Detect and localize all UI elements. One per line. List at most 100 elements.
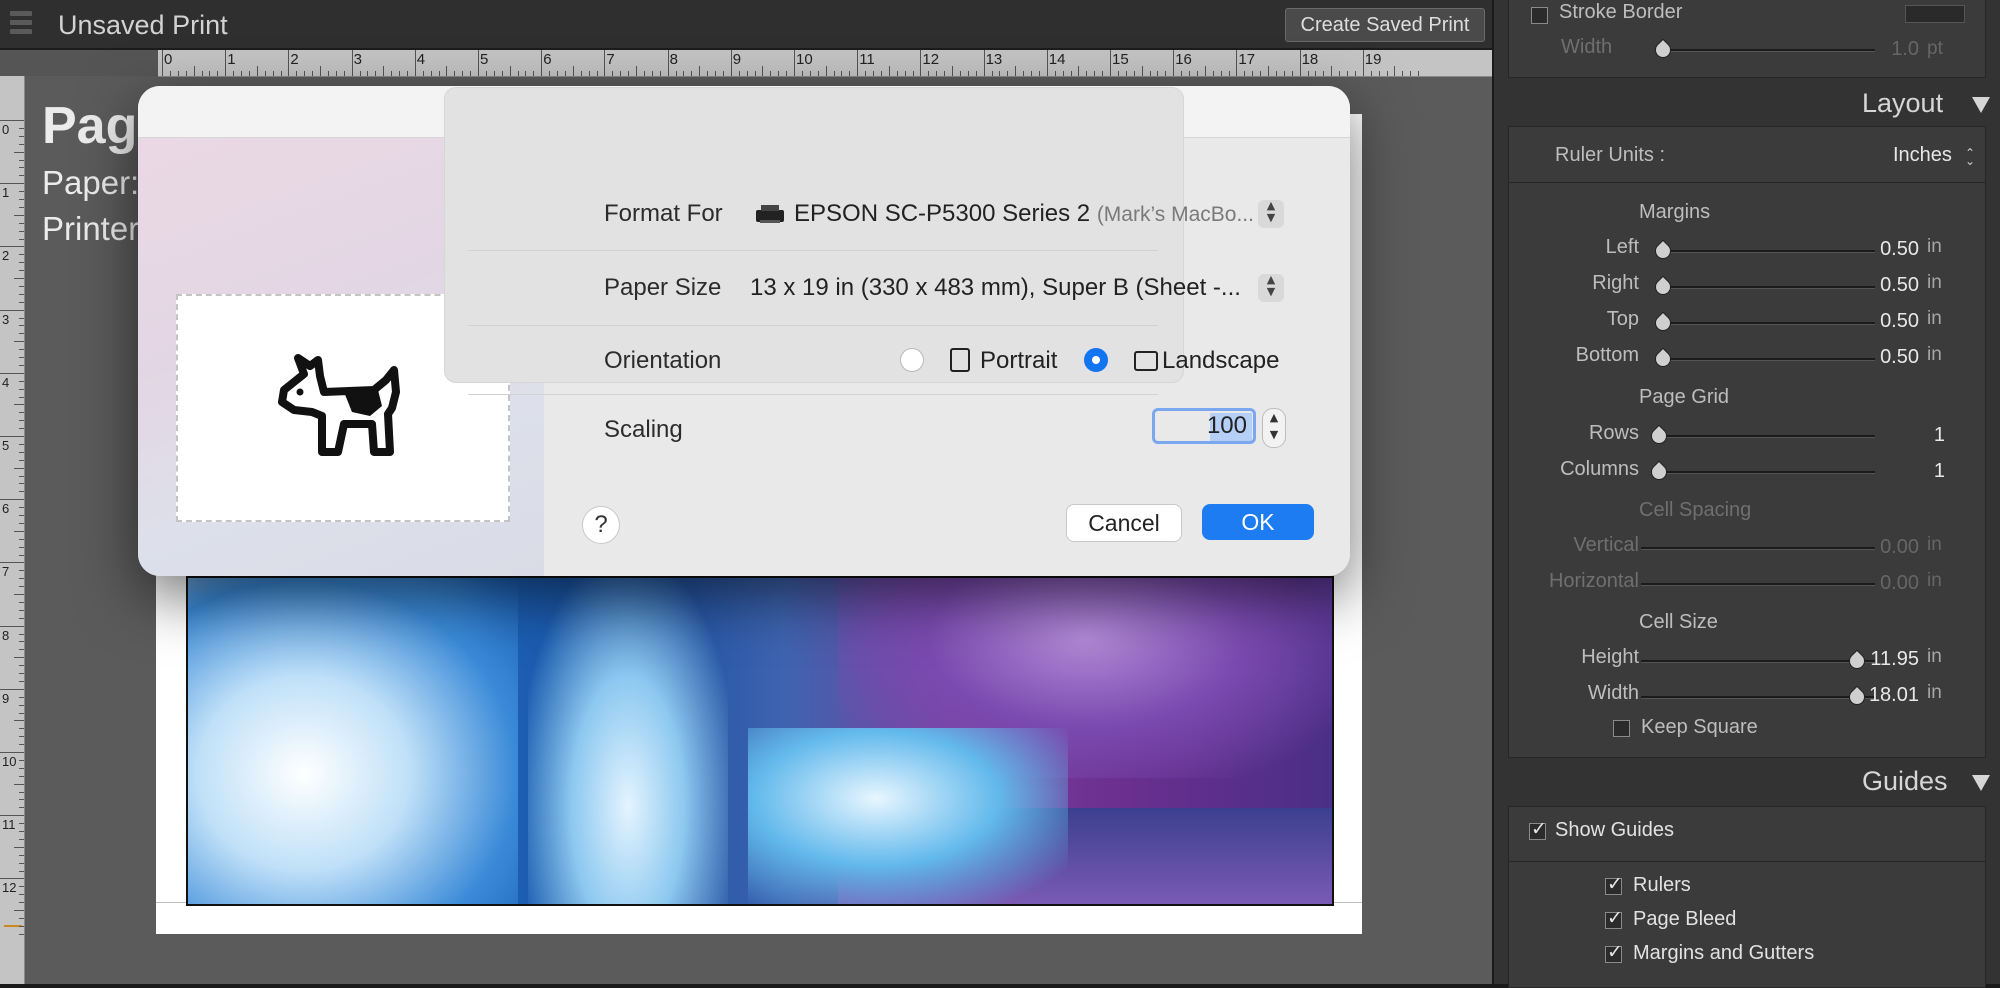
ruler-v-number: 3: [2, 311, 10, 327]
paper-size-select[interactable]: 13 x 19 in (330 x 483 mm), Super B (Shee…: [750, 274, 1241, 302]
margin-bottom-slider-knob[interactable]: [1651, 347, 1675, 371]
stroke-color-swatch[interactable]: [1905, 5, 1965, 23]
horizontal-ruler[interactable]: 0 1 2 3 4 5 6 7 8 9 10 11 12 13 14 15 16 17 18 19: [158, 50, 1492, 77]
ruler-h-tick: [1157, 71, 1159, 76]
paper-size-popup-arrows-icon[interactable]: ▲ ▼: [1258, 274, 1284, 302]
ok-button[interactable]: OK: [1202, 504, 1314, 540]
ruler-h-tick: [296, 71, 298, 76]
landscape-radio[interactable]: [1084, 348, 1108, 372]
ruler-h-tick: [446, 66, 448, 76]
ruler-h-tick: [359, 71, 361, 76]
vertical-ruler[interactable]: 0 1 2 3 4 5 6 7 8 9 10 11 12: [0, 76, 25, 984]
rows-slider-knob[interactable]: [1647, 424, 1671, 448]
ruler-h-tick: [1078, 66, 1080, 76]
margin-top-slider-track[interactable]: [1655, 322, 1875, 325]
margin-right-slider-track[interactable]: [1655, 286, 1875, 289]
vertical-spacing-value[interactable]: 0.00: [1849, 536, 1919, 559]
margin-top-value[interactable]: 0.50: [1849, 310, 1919, 333]
columns-slider-knob[interactable]: [1647, 460, 1671, 484]
ruler-h-tick: [1402, 71, 1404, 76]
vertical-spacing-label: Vertical: [1573, 534, 1639, 556]
ruler-v-number: 0: [2, 122, 10, 137]
margin-left-value[interactable]: 0.50: [1849, 238, 1919, 261]
layout-section-title[interactable]: Layout: [1862, 88, 1943, 119]
rows-value[interactable]: 1: [1875, 424, 1945, 447]
cell-width-slider-track[interactable]: [1641, 696, 1875, 699]
rows-slider-track[interactable]: [1651, 435, 1875, 438]
rulers-checkbox[interactable]: [1605, 873, 1623, 895]
page-bleed-label: Page Bleed: [1633, 908, 1737, 930]
cancel-button[interactable]: Cancel: [1066, 504, 1182, 542]
create-saved-print-button[interactable]: Create Saved Print: [1285, 8, 1485, 42]
margins-heading: Margins: [1639, 201, 1711, 223]
format-for-popup-arrows-icon[interactable]: ▲ ▼: [1258, 200, 1284, 228]
margin-right-value[interactable]: 0.50: [1849, 274, 1919, 297]
ruler-h-tick: [217, 71, 219, 76]
cell-height-slider-track[interactable]: [1641, 660, 1875, 663]
format-for-select[interactable]: EPSON SC-P5300 Series 2 (Mark’s MacBo...: [794, 200, 1254, 228]
ruler-units-select[interactable]: Inches: [1893, 144, 1952, 167]
stroke-width-value[interactable]: 1.0: [1849, 38, 1919, 61]
ruler-h-tick: [1110, 50, 1111, 76]
guides-collapse-triangle-icon[interactable]: [1972, 775, 1990, 791]
show-guides-checkbox[interactable]: [1529, 818, 1547, 840]
landscape-option-label[interactable]: Landscape: [1162, 347, 1279, 375]
ruler-h-tick: [1228, 71, 1230, 76]
ruler-v-tick: [14, 278, 24, 279]
layout-collapse-triangle-icon[interactable]: [1972, 97, 1990, 113]
ruler-h-number: 10: [796, 51, 813, 68]
margin-top-slider-knob[interactable]: [1651, 311, 1675, 335]
margin-right-slider-knob[interactable]: [1651, 275, 1675, 299]
ruler-h-tick: [272, 71, 274, 76]
scaling-stepper[interactable]: ▲ ▼: [1262, 408, 1286, 448]
ruler-h-tick: [762, 66, 764, 76]
ruler-h-tick: [320, 66, 321, 76]
cell-height-label: Height: [1581, 646, 1639, 668]
stepper-up-icon[interactable]: ▲: [1270, 411, 1278, 424]
ruler-h-tick: [1062, 71, 1064, 76]
keep-square-checkbox[interactable]: [1613, 720, 1630, 737]
ruler-h-tick: [1220, 71, 1222, 76]
ruler-v-tick: [19, 633, 24, 635]
cell-width-value[interactable]: 18.01: [1849, 684, 1919, 707]
margin-left-slider-track[interactable]: [1655, 250, 1875, 253]
help-button[interactable]: ?: [582, 506, 620, 544]
guides-section-title[interactable]: Guides: [1862, 766, 1948, 797]
ruler-v-tick: [19, 641, 24, 643]
ruler-h-number: 14: [1048, 51, 1066, 68]
collection-menu-icon[interactable]: [10, 11, 32, 35]
margin-bottom-slider-track[interactable]: [1655, 358, 1875, 361]
scaling-input[interactable]: [1152, 408, 1256, 444]
columns-value[interactable]: 1: [1875, 460, 1945, 483]
stroke-width-slider-knob[interactable]: [1651, 38, 1675, 62]
horizontal-spacing-value[interactable]: 0.00: [1849, 572, 1919, 595]
portrait-option-label[interactable]: Portrait: [980, 347, 1057, 375]
ruler-v-tick: [19, 586, 24, 588]
stepper-down-icon[interactable]: ▼: [1270, 428, 1278, 441]
page-bleed-checkbox[interactable]: [1605, 907, 1623, 929]
ruler-v-number: 6: [2, 501, 10, 517]
ruler-h-tick: [525, 71, 527, 76]
horizontal-spacing-slider-track[interactable]: [1641, 583, 1875, 586]
print-photo[interactable]: [186, 576, 1334, 906]
margin-bottom-value[interactable]: 0.50: [1849, 346, 1919, 369]
columns-slider-track[interactable]: [1651, 471, 1875, 474]
portrait-orientation-icon: [950, 348, 970, 372]
ruler-units-updown-icon[interactable]: ⌃ ⌄: [1965, 147, 1975, 167]
portrait-radio[interactable]: [900, 348, 924, 372]
margins-gutters-checkbox[interactable]: [1605, 941, 1623, 963]
ruler-h-tick: [873, 71, 874, 76]
ruler-v-tick: [19, 222, 24, 224]
ruler-h-tick: [746, 71, 748, 76]
ruler-h-tick: [406, 71, 408, 76]
cell-height-value[interactable]: 11.95: [1849, 648, 1919, 671]
margin-left-slider-knob[interactable]: [1651, 239, 1675, 263]
ruler-h-tick: [1331, 66, 1333, 76]
ruler-h-tick: [1394, 66, 1396, 76]
ruler-h-tick: [715, 71, 716, 76]
stroke-width-slider-track[interactable]: [1655, 49, 1875, 52]
ruler-h-tick: [1165, 71, 1167, 76]
ruler-h-tick: [335, 71, 337, 76]
vertical-spacing-slider-track[interactable]: [1641, 547, 1875, 550]
stroke-border-checkbox[interactable]: [1531, 7, 1548, 24]
